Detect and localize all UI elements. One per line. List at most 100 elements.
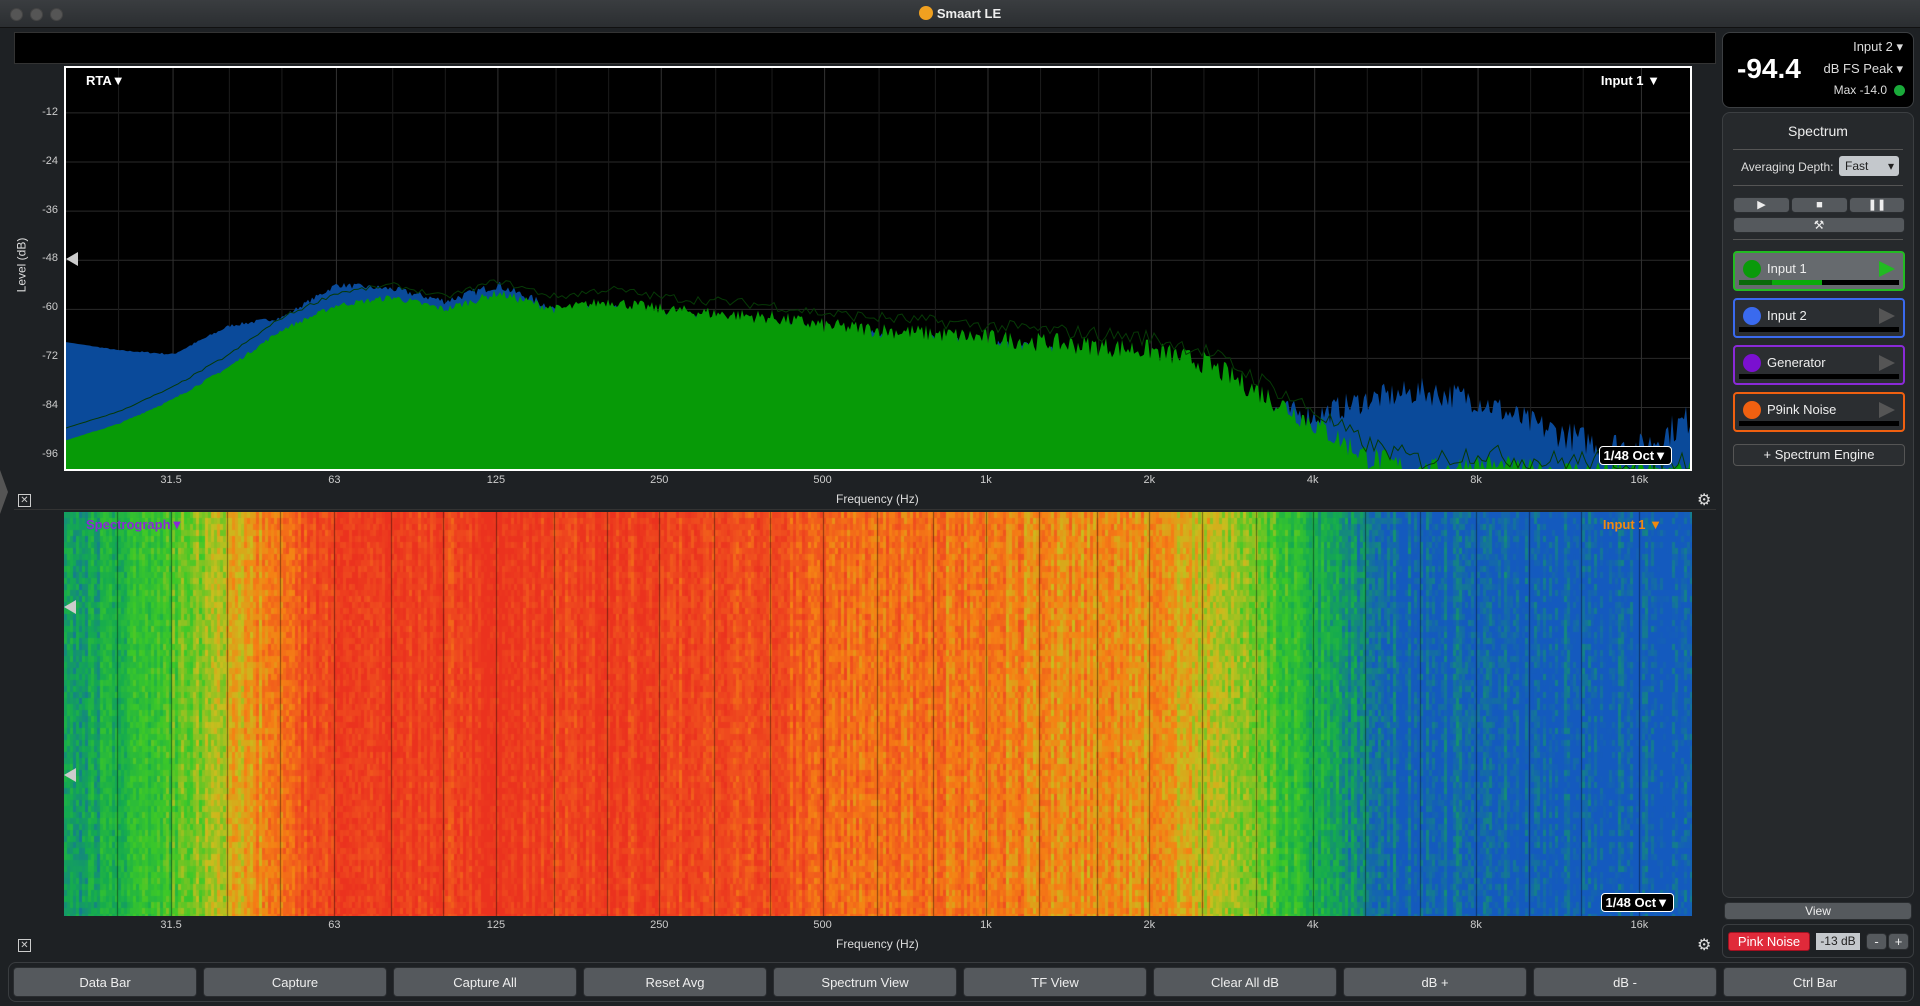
play-button[interactable]: ▶ [1733, 197, 1790, 213]
y-tick-label: -96 [42, 447, 58, 460]
capture-button[interactable]: Capture [203, 967, 387, 997]
y-tick-label: -24 [42, 154, 58, 167]
spectrograph-plot[interactable]: Spectrograph▼ Input 1 ▼ 1/48 Oct▼ [64, 512, 1692, 916]
generator-controls: Pink Noise -13 dB - + [1722, 924, 1914, 958]
channel-name: Input 1 [1767, 261, 1807, 276]
x-tick-label: 125 [486, 474, 506, 486]
play-arrow-icon[interactable] [1879, 355, 1895, 371]
x-tick-label: 4k [1306, 919, 1319, 931]
play-arrow-icon[interactable] [1879, 261, 1895, 277]
channel-p9ink-noise[interactable]: P9ink Noise [1733, 392, 1905, 432]
x-tick-label: 16k [1630, 474, 1649, 486]
threshold-marker-handle[interactable] [66, 252, 78, 266]
x-tick-label: 250 [650, 474, 669, 486]
y-tick-label: -72 [42, 350, 58, 362]
capture-all-button[interactable]: Capture All [393, 967, 577, 997]
x-tick-label: 125 [486, 919, 506, 931]
channel-color-indicator [1743, 354, 1761, 372]
y-tick-label: -12 [42, 106, 58, 118]
spectrum-control-panel: Spectrum Averaging Depth: Fast ▾ ▶ ■ ❚❚ ⚒… [1722, 112, 1914, 898]
channel-color-indicator [1743, 307, 1761, 325]
spectrograph-settings-gear-icon[interactable]: ⚙ [1697, 935, 1711, 955]
x-tick-label: 500 [813, 474, 832, 486]
channel-input-1[interactable]: Input 1 [1733, 251, 1905, 291]
channel-color-indicator [1743, 260, 1761, 278]
x-tick-label: 1k [980, 919, 992, 931]
window-title: Smaart LE [936, 6, 1002, 21]
spectrum-view-button[interactable]: Spectrum View [773, 967, 957, 997]
x-tick-label: 250 [650, 919, 669, 931]
generator-level-down-button[interactable]: - [1866, 933, 1887, 950]
y-tick-label: -60 [42, 301, 58, 314]
db-button[interactable]: dB + [1343, 967, 1527, 997]
stop-button[interactable]: ■ [1791, 197, 1848, 213]
app-logo-icon [918, 6, 933, 20]
sidebar-expand-handle[interactable] [0, 470, 8, 514]
close-spectrograph-button[interactable]: ✕ [18, 939, 31, 952]
x-tick-label: 8k [1470, 474, 1482, 486]
rta-input-dropdown[interactable]: Input 1 ▼ [1601, 73, 1660, 88]
channel-name: P9ink Noise [1767, 402, 1837, 417]
ctrl-bar-button[interactable]: Ctrl Bar [1723, 967, 1907, 997]
meter-max: Max -14.0 [1833, 83, 1887, 97]
channel-level-meter [1739, 374, 1899, 379]
spectrograph-resolution-dropdown[interactable]: 1/48 Oct▼ [1600, 893, 1674, 912]
meter-unit-dropdown[interactable]: dB FS Peak ▾ [1823, 61, 1903, 77]
view-button[interactable]: View [1724, 902, 1912, 920]
x-tick-label: 4k [1306, 474, 1319, 486]
generator-level-up-button[interactable]: + [1888, 933, 1909, 950]
toolbar-strip [14, 32, 1716, 64]
divider [1733, 239, 1903, 240]
y-tick-label: -84 [42, 398, 58, 411]
divider [1733, 185, 1903, 186]
tools-icon[interactable]: ⚒ [1733, 217, 1905, 233]
spectrum-panel-title: Spectrum [1788, 123, 1848, 139]
play-arrow-icon[interactable] [1879, 402, 1895, 418]
data-bar-button[interactable]: Data Bar [13, 967, 197, 997]
divider [1733, 149, 1903, 150]
x-tick-label: 2k [1143, 474, 1156, 486]
clear-all-db-button[interactable]: Clear All dB [1153, 967, 1337, 997]
x-tick-label: 63 [328, 919, 341, 931]
pink-noise-generator-button[interactable]: Pink Noise [1728, 932, 1810, 951]
channel-color-indicator [1743, 401, 1761, 419]
close-rta-button[interactable]: ✕ [18, 494, 31, 507]
spectrograph-input-dropdown[interactable]: Input 1 ▼ [1603, 517, 1662, 532]
meter-input-label: Input 2 [1853, 39, 1893, 54]
x-tick-label: 63 [328, 474, 341, 486]
maximize-window-button[interactable] [50, 8, 63, 21]
pause-button[interactable]: ❚❚ [1849, 197, 1905, 213]
title-bar: Smaart LE [0, 0, 1920, 28]
rta-mode-dropdown[interactable]: RTA▼ [86, 73, 125, 88]
rta-y-axis-title: Level (dB) [14, 237, 29, 293]
rta-resolution-dropdown[interactable]: 1/48 Oct▼ [1598, 446, 1672, 465]
averaging-depth-select[interactable]: Fast ▾ [1839, 156, 1899, 176]
spectrograph-x-axis-title: Frequency (Hz) [836, 937, 919, 951]
channel-name: Input 2 [1767, 308, 1807, 323]
level-meter: -94.4 Input 2 ▾ dB FS Peak ▾ Max -14.0 [1722, 32, 1914, 108]
channel-input-2[interactable]: Input 2 [1733, 298, 1905, 338]
generator-level: -13 dB [1816, 933, 1860, 950]
spectrograph-mode-dropdown[interactable]: Spectrograph▼ [86, 517, 183, 532]
rta-settings-gear-icon[interactable]: ⚙ [1697, 490, 1711, 510]
spectrograph-lower-handle[interactable] [64, 768, 76, 782]
y-tick-label: -36 [42, 203, 58, 216]
x-tick-label: 31.5 [160, 474, 182, 486]
averaging-depth-value: Fast [1845, 159, 1869, 173]
x-tick-label: 1k [980, 474, 992, 486]
meter-status-indicator [1894, 85, 1905, 96]
rta-plot[interactable]: RTA▼ Input 1 ▼ 1/48 Oct▼ [64, 66, 1692, 471]
spectrograph-upper-handle[interactable] [64, 600, 76, 614]
add-spectrum-engine-button[interactable]: + Spectrum Engine [1733, 444, 1905, 466]
meter-input-dropdown[interactable]: Input 2 ▾ [1853, 39, 1903, 55]
minimize-window-button[interactable] [30, 8, 43, 21]
tf-view-button[interactable]: TF View [963, 967, 1147, 997]
play-arrow-icon[interactable] [1879, 308, 1895, 324]
close-window-button[interactable] [10, 8, 23, 21]
reset-avg-button[interactable]: Reset Avg [583, 967, 767, 997]
x-tick-label: 31.5 [160, 919, 182, 931]
averaging-depth-label: Averaging Depth: [1741, 160, 1834, 174]
db-button[interactable]: dB - [1533, 967, 1717, 997]
x-tick-label: 500 [813, 919, 832, 931]
channel-generator[interactable]: Generator [1733, 345, 1905, 385]
